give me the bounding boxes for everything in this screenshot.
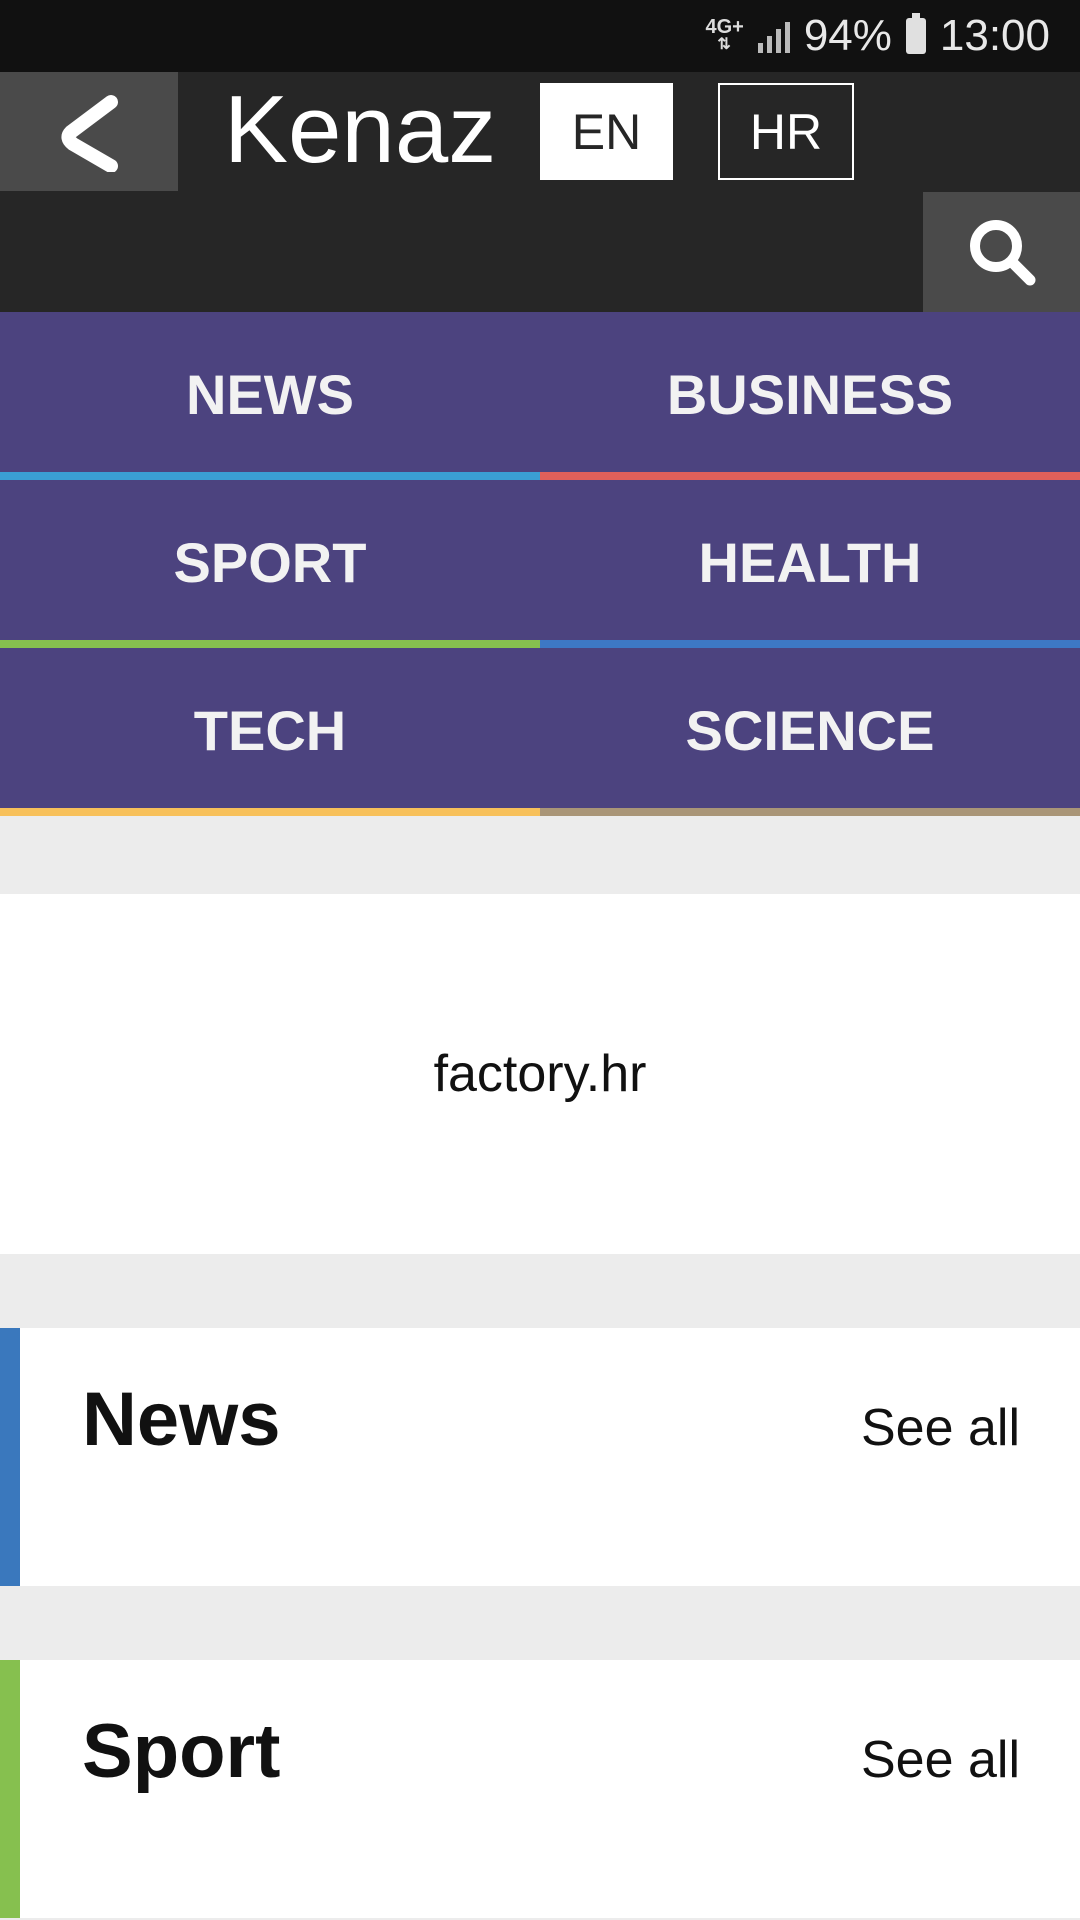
app-title: Kenaz <box>224 76 497 183</box>
language-en-button[interactable]: EN <box>540 83 673 180</box>
network-type: 4G+ <box>705 16 744 38</box>
banner-card[interactable]: factory.hr <box>0 894 1080 1254</box>
app-header: Kenaz EN HR <box>0 72 1080 312</box>
section-news: News See all <box>0 1328 1080 1586</box>
category-health[interactable]: HEALTH <box>540 480 1080 648</box>
language-hr-button[interactable]: HR <box>718 83 854 180</box>
battery-icon <box>905 13 926 54</box>
category-label: HEALTH <box>698 530 922 594</box>
search-button[interactable] <box>923 192 1080 312</box>
banner-text: factory.hr <box>433 1045 647 1103</box>
category-grid: NEWS BUSINESS SPORT HEALTH TECH SCIENCE <box>0 312 1080 816</box>
section-title: News <box>82 1377 281 1462</box>
category-label: NEWS <box>186 362 354 426</box>
battery-percent: 94% <box>803 11 892 60</box>
clock: 13:00 <box>939 11 1050 60</box>
status-bar: 4G+ ⇅ 94% 13:00 <box>0 0 1080 72</box>
category-news[interactable]: NEWS <box>0 312 540 480</box>
search-icon <box>969 220 1035 286</box>
category-business[interactable]: BUSINESS <box>540 312 1080 480</box>
category-tech[interactable]: TECH <box>0 648 540 816</box>
section-accent-bar <box>0 1328 20 1586</box>
category-label: BUSINESS <box>666 362 954 426</box>
category-sport[interactable]: SPORT <box>0 480 540 648</box>
category-label: SCIENCE <box>685 698 935 762</box>
section-sport: Sport See all <box>0 1660 1080 1918</box>
category-label: SPORT <box>173 530 367 594</box>
see-all-link[interactable]: See all <box>861 1398 1020 1458</box>
back-arrow-icon <box>61 94 118 172</box>
network-indicator: 4G+ ⇅ <box>705 16 744 54</box>
section-accent-bar <box>0 1660 20 1918</box>
signal-icon <box>757 19 790 53</box>
category-science[interactable]: SCIENCE <box>540 648 1080 816</box>
back-button[interactable] <box>0 72 178 191</box>
see-all-link[interactable]: See all <box>861 1730 1020 1790</box>
section-title: Sport <box>82 1709 281 1794</box>
network-arrows-icon: ⇅ <box>717 36 732 53</box>
category-label: TECH <box>193 698 347 762</box>
